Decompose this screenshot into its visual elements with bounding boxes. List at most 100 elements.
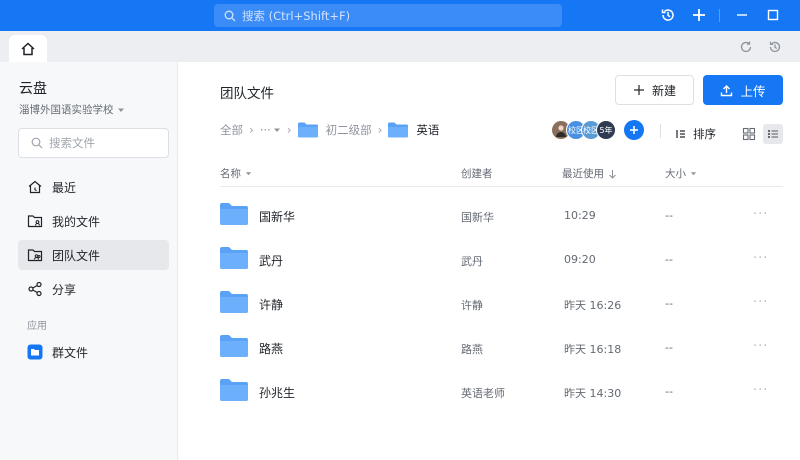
sidebar-item-label: 团队文件 xyxy=(52,248,101,263)
table-row[interactable]: 路燕 路燕 昨天 16:18 -- ··· xyxy=(220,327,783,371)
list-view-button[interactable] xyxy=(763,124,783,144)
more-options-icon[interactable]: ··· xyxy=(753,339,768,354)
row-time: 昨天 14:30 xyxy=(564,387,622,400)
row-creator: 许静 xyxy=(461,299,483,312)
row-creator: 路燕 xyxy=(461,343,483,356)
page-title: 团队文件 xyxy=(220,86,274,102)
row-time: 10:29 xyxy=(564,209,596,222)
upload-icon xyxy=(721,84,733,96)
sidebar-item-share[interactable]: 分享 xyxy=(18,274,169,304)
sidebar-search-input[interactable]: 搜索文件 xyxy=(18,128,169,158)
caret-down-icon xyxy=(117,108,124,112)
sidebar: 云盘 淄博外国语实验学校 搜索文件 最近 我的文件 团队文件 分享 应用 群文件 xyxy=(0,62,178,460)
row-name: 路燕 xyxy=(259,342,284,356)
column-header-recent[interactable]: 最近使用 xyxy=(562,166,617,181)
refresh-icon[interactable] xyxy=(739,40,753,54)
breadcrumb-ellipsis[interactable]: ··· xyxy=(260,123,271,137)
upload-button-label: 上传 xyxy=(740,83,766,99)
sidebar-item-my-files[interactable]: 我的文件 xyxy=(18,206,169,236)
table-row[interactable]: 武丹 武丹 09:20 -- ··· xyxy=(220,239,783,283)
search-icon xyxy=(224,10,236,21)
minimize-button[interactable] xyxy=(733,6,751,24)
row-size: -- xyxy=(665,297,673,310)
row-name: 孙兆生 xyxy=(259,386,296,400)
tab-history-icon[interactable] xyxy=(768,40,782,54)
home-tab[interactable] xyxy=(9,35,47,62)
sidebar-title: 云盘 xyxy=(19,81,47,97)
upload-button[interactable]: 上传 xyxy=(703,75,783,105)
row-time: 昨天 16:18 xyxy=(564,343,622,356)
sidebar-item-recent[interactable]: 最近 xyxy=(18,172,169,202)
sidebar-item-team-files[interactable]: 团队文件 xyxy=(18,240,169,270)
column-header-label: 最近使用 xyxy=(562,168,604,180)
plus-icon xyxy=(633,85,644,95)
folder-icon xyxy=(220,379,248,401)
sort-button[interactable]: 排序 xyxy=(676,126,716,142)
maximize-button[interactable] xyxy=(764,6,782,24)
caret-down-icon xyxy=(690,172,697,176)
titlebar-divider xyxy=(719,9,720,22)
folder-icon xyxy=(297,122,318,138)
chevron-right-icon: › xyxy=(249,123,254,137)
grid-view-icon[interactable] xyxy=(742,127,756,141)
more-options-icon[interactable]: ··· xyxy=(753,207,768,222)
row-size: -- xyxy=(665,209,673,222)
history-button[interactable] xyxy=(659,6,677,24)
sidebar-item-label: 分享 xyxy=(52,282,77,297)
breadcrumb: 全部 › ··· › 初二级部 › 英语 xyxy=(220,120,439,140)
sidebar-item-group-files[interactable]: 群文件 xyxy=(18,337,169,367)
breadcrumb-parent[interactable]: 初二级部 xyxy=(326,122,372,138)
plus-icon xyxy=(693,9,705,21)
list-view-icon xyxy=(768,130,778,138)
add-member-button[interactable] xyxy=(624,120,644,140)
org-selector[interactable]: 淄博外国语实验学校 xyxy=(19,102,125,117)
title-bar: 搜索 (Ctrl+Shift+F) xyxy=(0,0,800,31)
sidebar-item-label: 最近 xyxy=(52,180,77,195)
folder-icon xyxy=(220,203,248,225)
chevron-right-icon: › xyxy=(286,123,292,137)
member-avatars[interactable]: 校区 校区 5年 xyxy=(551,120,644,140)
column-header-label: 创建者 xyxy=(461,168,493,180)
team-folder-icon xyxy=(27,249,43,262)
more-options-icon[interactable]: ··· xyxy=(753,295,768,310)
column-header-name[interactable]: 名称 xyxy=(220,166,252,181)
avatar: 5年 xyxy=(596,120,616,140)
caret-down-icon[interactable] xyxy=(273,126,281,134)
column-header-label: 名称 xyxy=(220,168,241,180)
row-size: -- xyxy=(665,385,673,398)
new-button[interactable]: 新建 xyxy=(615,75,694,105)
column-header-size[interactable]: 大小 xyxy=(665,166,697,181)
column-header-creator: 创建者 xyxy=(461,166,493,181)
add-button[interactable] xyxy=(690,6,708,24)
main-content: 团队文件 新建 上传 全部 › ··· › 初二级部 › 英语 校区 校区 5年… xyxy=(179,62,800,460)
column-header-label: 大小 xyxy=(665,168,686,180)
table-row[interactable]: 许静 许静 昨天 16:26 -- ··· xyxy=(220,283,783,327)
row-size: -- xyxy=(665,253,673,266)
sidebar-item-label: 群文件 xyxy=(52,345,89,360)
arrow-down-icon xyxy=(609,169,616,179)
row-time: 09:20 xyxy=(564,253,596,266)
sort-label: 排序 xyxy=(693,127,716,141)
folder-icon xyxy=(220,291,248,313)
new-button-label: 新建 xyxy=(651,83,676,98)
table-row[interactable]: 孙兆生 英语老师 昨天 14:30 -- ··· xyxy=(220,371,783,415)
row-creator: 武丹 xyxy=(461,255,483,268)
row-name: 许静 xyxy=(259,298,284,312)
global-search-placeholder: 搜索 (Ctrl+Shift+F) xyxy=(242,8,351,23)
clock-house-icon xyxy=(28,180,42,194)
table-row[interactable]: 国新华 国新华 10:29 -- ··· xyxy=(220,195,783,239)
more-options-icon[interactable]: ··· xyxy=(753,383,768,398)
row-name: 武丹 xyxy=(259,254,284,268)
row-creator: 国新华 xyxy=(461,211,494,224)
minimize-icon xyxy=(737,14,747,16)
search-icon xyxy=(31,137,43,149)
breadcrumb-root[interactable]: 全部 xyxy=(220,122,243,138)
more-options-icon[interactable]: ··· xyxy=(753,251,768,266)
tab-bar xyxy=(0,31,800,62)
history-icon xyxy=(661,9,674,21)
folder-icon xyxy=(388,122,409,138)
user-folder-icon xyxy=(27,215,43,228)
row-creator: 英语老师 xyxy=(461,387,505,400)
global-search-input[interactable]: 搜索 (Ctrl+Shift+F) xyxy=(214,4,562,27)
chevron-right-icon: › xyxy=(377,123,383,137)
